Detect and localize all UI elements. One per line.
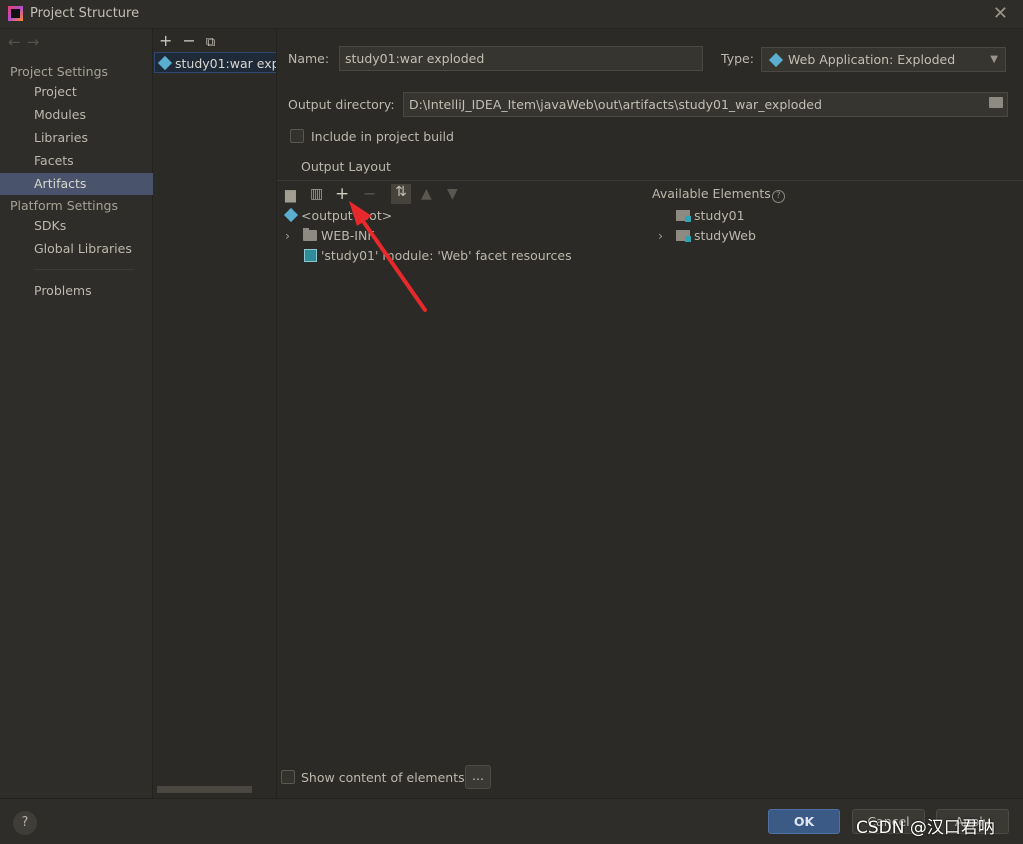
module-folder-icon [676,210,691,222]
web-artifact-icon [159,57,171,69]
tree-label: study01 [693,208,745,223]
move-up-icon[interactable]: ▲ [421,186,432,202]
sidebar-item-libraries[interactable]: Libraries [0,127,153,149]
ok-button[interactable]: OK [768,809,840,834]
back-forward-icon[interactable]: ←→ [8,33,45,51]
type-label: Type: [721,51,754,66]
sidebar-item-modules[interactable]: Modules [0,104,153,126]
tree-row-facet-resources[interactable]: 'study01' module: 'Web' facet resources [304,248,572,263]
sidebar-item-facets[interactable]: Facets [0,150,153,172]
output-directory-field[interactable]: D:\IntelliJ_IDEA_Item\javaWeb\out\artifa… [403,92,1008,117]
output-layout-title: Output Layout [301,159,391,174]
remove-icon[interactable]: − [363,184,376,203]
tree-row-output-root[interactable]: <output root> [285,208,392,223]
available-elements-title: Available Elements? [652,186,785,203]
sidebar-item-global-libraries[interactable]: Global Libraries [0,238,153,260]
sidebar-item-artifacts[interactable]: Artifacts [0,173,153,195]
artifact-list-panel: +−⧉ study01:war exploded [153,29,277,798]
add-copy-of-icon[interactable]: + [335,184,349,204]
tree-label: <output root> [300,208,393,223]
tree-row-web-inf[interactable]: › WEB-INF [285,228,375,243]
module-folder-icon [675,230,691,242]
help-button[interactable]: ? [13,811,37,835]
dialog-footer: ? OK Cancel Apply CSDN @汉口君呐 [0,798,1023,844]
output-root-icon [285,209,297,221]
include-in-build-checkbox[interactable] [290,129,304,143]
sidebar-divider [34,269,134,270]
move-down-icon[interactable]: ▼ [447,186,458,202]
folder-icon [302,228,317,241]
available-elements-label: Available Elements [652,186,771,201]
output-directory-label: Output directory: [288,97,395,112]
browse-folder-icon[interactable] [989,97,1003,108]
tree-label: WEB-INF [320,228,375,243]
sidebar-item-sdks[interactable]: SDKs [0,215,153,237]
new-directory-icon[interactable]: ▆ [285,187,296,203]
tree-label: 'study01' module: 'Web' facet resources [320,248,572,263]
chevron-right-icon[interactable]: › [658,228,672,243]
sort-icon[interactable]: ⇅ [391,184,411,204]
available-item-study01[interactable]: study01 [676,208,745,223]
watermark: CSDN @汉口君呐 [856,818,995,838]
chevron-right-icon[interactable]: › [285,228,299,243]
name-label: Name: [288,51,330,66]
name-field[interactable]: study01:war exploded [339,46,703,71]
artifact-details-panel: Name: study01:war exploded Type: Web App… [277,29,1023,798]
horizontal-scrollbar[interactable] [157,786,252,793]
artifact-list-item[interactable]: study01:war exploded [154,52,276,73]
type-value: Web Application: Exploded [788,52,956,67]
window-title: Project Structure [30,6,140,21]
sidebar-section-project-settings: Project Settings [10,64,109,79]
close-icon[interactable]: ✕ [993,3,1008,24]
intellij-logo-icon [8,6,23,21]
chevron-down-icon: ▼ [990,54,998,65]
show-content-label: Show content of elements [301,770,465,785]
sidebar-item-project[interactable]: Project [0,81,153,103]
web-artifact-icon [770,54,782,66]
sidebar-item-problems[interactable]: Problems [0,280,153,302]
type-dropdown[interactable]: Web Application: Exploded ▼ [761,47,1006,72]
available-item-studyweb[interactable]: › studyWeb [658,228,756,243]
output-layout-pane: ▆ ▥ + − ⇅ ▲ ▼ Available Elements? <outpu… [277,180,1023,766]
show-content-checkbox[interactable] [281,770,295,784]
include-in-build-label: Include in project build [311,129,454,144]
settings-sidebar: ←→ Project Settings Project Modules Libr… [0,29,153,798]
artifact-toolbar: +−⧉ [159,31,225,50]
more-options-button[interactable]: ... [465,765,491,789]
add-icon[interactable]: + [159,31,182,50]
remove-icon[interactable]: − [182,31,205,50]
create-archive-icon[interactable]: ▥ [310,186,323,202]
copy-icon[interactable]: ⧉ [206,35,225,50]
tree-label: studyWeb [693,228,756,243]
help-circle-icon[interactable]: ? [771,190,785,203]
web-facet-icon [304,249,317,262]
title-bar: Project Structure ✕ [0,0,1023,29]
sidebar-section-platform-settings: Platform Settings [10,198,118,213]
artifact-label: study01:war exploded [174,56,276,71]
